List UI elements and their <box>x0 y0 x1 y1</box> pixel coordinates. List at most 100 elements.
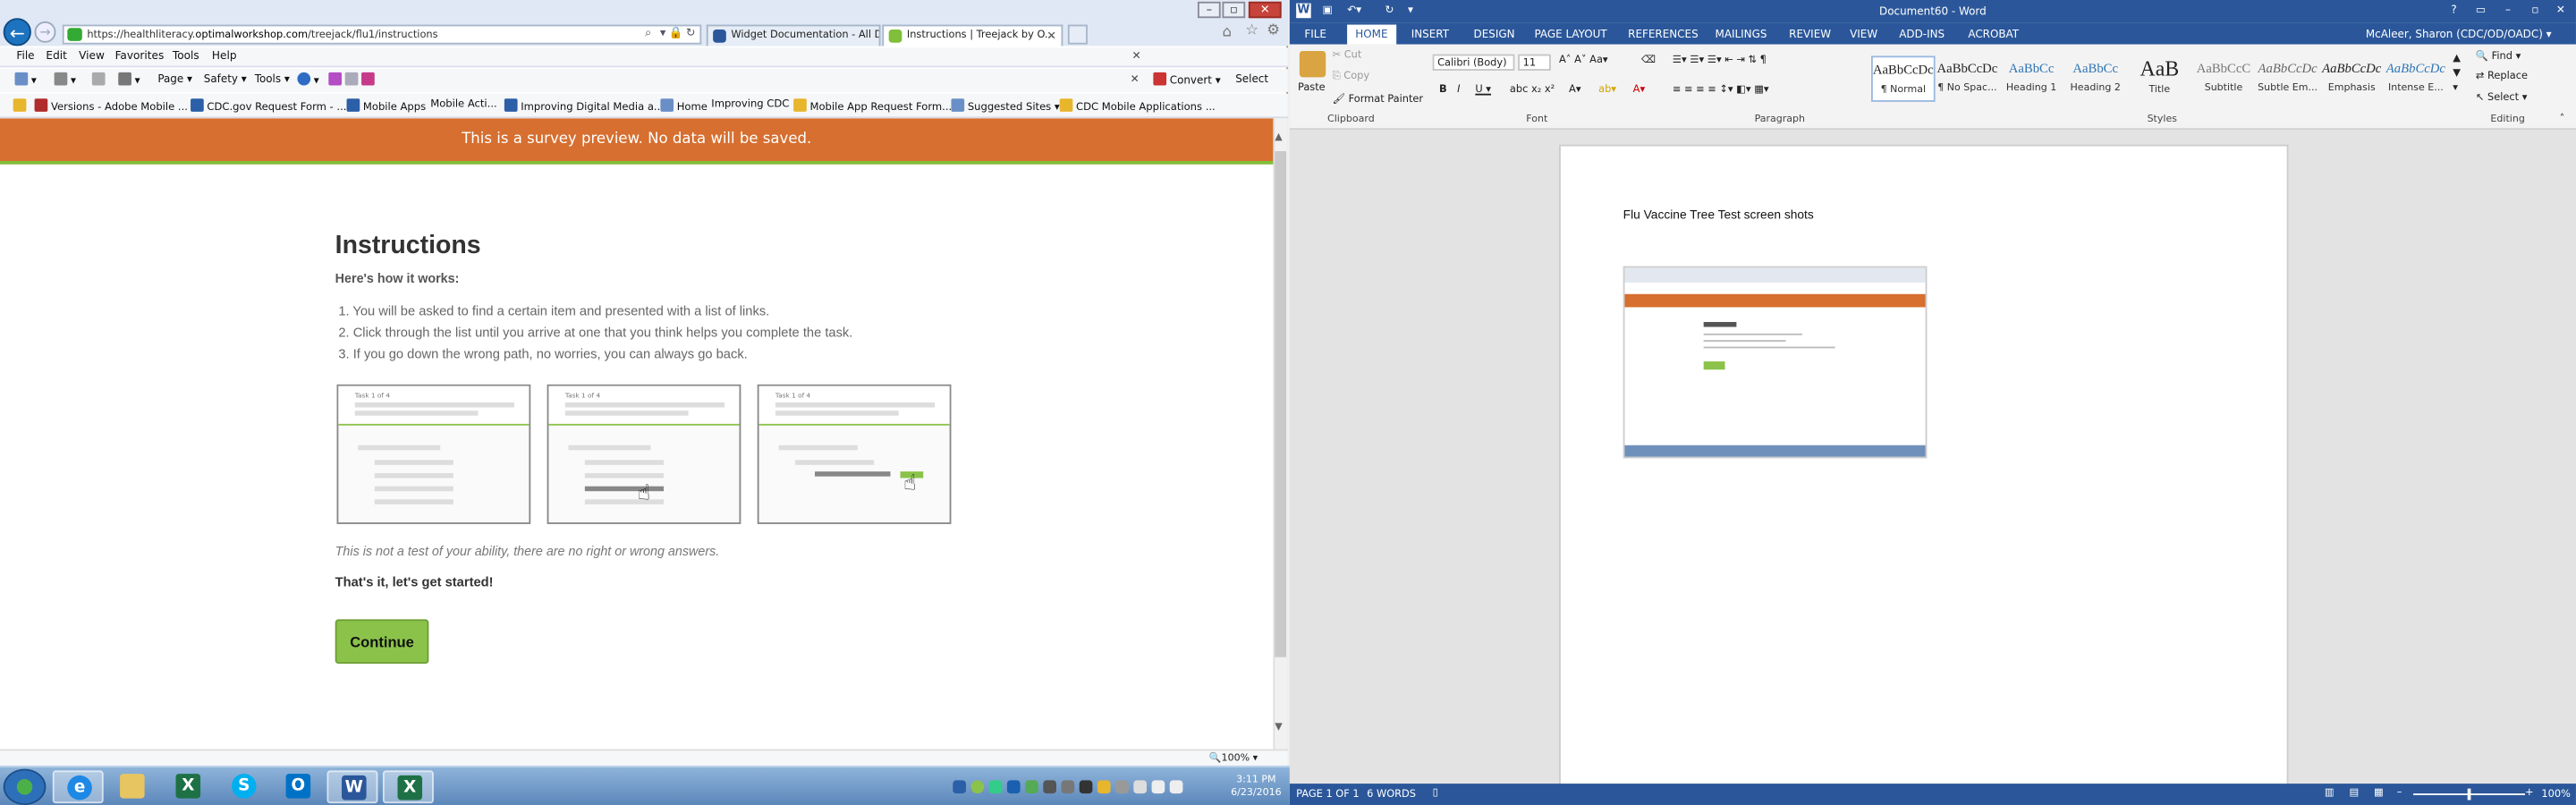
scrollbar-thumb[interactable] <box>1275 150 1287 657</box>
font-color-button[interactable]: A▾ <box>1633 84 1645 96</box>
tools-menu[interactable]: Tools ▾ <box>255 72 290 86</box>
collapse-ribbon-icon[interactable]: ˄ <box>2560 114 2565 125</box>
taskbar-outlook[interactable]: O <box>273 770 324 803</box>
tab-design[interactable]: DESIGN <box>1474 28 1515 41</box>
favorite-link[interactable]: Mobile App Request Form... <box>793 98 952 114</box>
word-maximize-button[interactable]: ▫ <box>2531 4 2538 17</box>
style-subtitle[interactable]: AaBbCcC Subtitle <box>2191 55 2256 101</box>
feeds-icon[interactable]: ▾ <box>54 72 76 87</box>
taskbar-word[interactable]: W <box>326 770 378 804</box>
tray-icon[interactable] <box>988 780 1003 794</box>
underline-button[interactable]: U ▾ <box>1475 84 1491 96</box>
ie-minimize-button[interactable]: – <box>1197 1 1221 19</box>
tab-page-layout[interactable]: PAGE LAYOUT <box>1534 28 1606 41</box>
gear-icon[interactable]: ⚙ <box>1267 23 1280 39</box>
taskbar-explorer[interactable] <box>106 770 157 803</box>
tray-icon[interactable] <box>1115 780 1129 794</box>
document-page[interactable]: Flu Vaccine Tree Test screen shots <box>1559 144 2289 802</box>
continue-button[interactable]: Continue <box>335 619 429 665</box>
user-name[interactable]: McAleer, Sharon (CDC/OD/OADC) ▾ <box>2366 28 2552 41</box>
zoom-slider-thumb[interactable] <box>2467 788 2471 801</box>
tab-close-icon[interactable]: ✕ <box>1046 26 1056 46</box>
tab-acrobat[interactable]: ACROBAT <box>1968 28 2019 41</box>
print-layout-icon[interactable]: ▤ <box>2349 787 2359 799</box>
paste-icon[interactable] <box>1299 50 1326 78</box>
ie-maximize-button[interactable]: ▫ <box>1222 1 1246 19</box>
font-size-select[interactable]: 11 <box>1518 54 1551 71</box>
help-icon[interactable]: ? <box>2451 4 2456 17</box>
style-no-spacing[interactable]: AaBbCcDc ¶ No Spac... <box>1936 55 2000 101</box>
replace-button[interactable]: ⇄ Replace <box>2476 71 2528 82</box>
start-button[interactable] <box>3 768 47 805</box>
style-heading-1[interactable]: AaBbCc Heading 1 <box>1999 55 2063 101</box>
bold-button[interactable]: B <box>1439 84 1447 96</box>
select-button[interactable]: ↖ Select ▾ <box>2476 92 2528 104</box>
menu-favorites[interactable]: Favorites <box>115 49 165 63</box>
tab-review[interactable]: REVIEW <box>1789 28 1831 41</box>
favorite-link[interactable]: Improving Digital Media a... <box>504 98 664 114</box>
favorite-link[interactable]: Versions - Adobe Mobile ... <box>34 98 188 114</box>
taskbar-skype[interactable]: S <box>218 770 269 803</box>
proofing-icon[interactable]: ▯ <box>1433 787 1438 799</box>
style-subtle-emphasis[interactable]: AaBbCcDc Subtle Em... <box>2256 55 2320 101</box>
lock-icon[interactable] <box>1097 780 1111 794</box>
refresh-icon[interactable]: ↻ <box>683 25 699 43</box>
menu-help[interactable]: Help <box>212 49 237 63</box>
volume-icon[interactable] <box>1169 780 1183 794</box>
taskbar-excel-2[interactable]: X <box>382 770 434 804</box>
back-button[interactable]: ← <box>3 18 31 47</box>
lock-icon[interactable]: 🔒 <box>669 25 684 43</box>
text-effects-button[interactable]: A▾ <box>1569 84 1580 96</box>
network-icon[interactable] <box>1151 780 1165 794</box>
select-button[interactable]: Select <box>1235 72 1268 86</box>
zoom-percent[interactable]: 100% <box>2541 789 2571 801</box>
taskbar-excel[interactable]: X <box>163 770 214 803</box>
clear-formatting-icon[interactable]: ⌫ <box>1641 55 1656 66</box>
menu-tools[interactable]: Tools <box>173 49 199 63</box>
format-painter-button[interactable]: 🖌 Format Painter <box>1333 92 1424 106</box>
word-minimize-button[interactable]: – <box>2505 4 2511 17</box>
menu-edit[interactable]: Edit <box>46 49 66 63</box>
tray-icon[interactable] <box>1061 780 1075 794</box>
favorite-link[interactable]: Home <box>660 98 708 114</box>
favorite-link[interactable]: Improving CDC <box>711 98 789 110</box>
power-icon[interactable] <box>1133 780 1148 794</box>
style-intense-emphasis[interactable]: AaBbCcDc Intense E... <box>2384 55 2448 101</box>
tray-icon[interactable] <box>953 780 966 794</box>
ribbon-options-icon[interactable]: ▭ <box>2476 4 2486 17</box>
address-bar[interactable]: https://healthliteracy.optimalworkshop.c… <box>62 24 702 45</box>
style-heading-2[interactable]: AaBbCc Heading 2 <box>2063 55 2128 101</box>
style-title[interactable]: AaB Title <box>2128 55 2192 101</box>
forward-button[interactable]: → <box>34 21 56 43</box>
embedded-screenshot-image[interactable] <box>1623 266 1928 459</box>
tab-add-ins[interactable]: ADD-INS <box>1899 28 1945 41</box>
tab-file[interactable]: FILE <box>1297 28 1334 41</box>
close-cmd-icon[interactable]: ✕ <box>1131 72 1140 86</box>
tray-icon[interactable] <box>1079 780 1093 794</box>
grow-font-icon[interactable]: A˄ A˅ Aa▾ <box>1559 55 1608 66</box>
word-count[interactable]: 6 WORDS <box>1367 789 1416 801</box>
highlight-button[interactable]: ab▾ <box>1598 84 1616 96</box>
tab-view[interactable]: VIEW <box>1850 28 1877 41</box>
copy-button[interactable]: ⎘ Copy <box>1333 71 1370 84</box>
font-name-select[interactable]: Calibri (Body) <box>1432 54 1515 71</box>
tab-widget-documentation[interactable]: Widget Documentation - All D... <box>706 24 881 47</box>
tab-home[interactable]: HOME <box>1347 24 1396 45</box>
zoom-in-icon[interactable]: + <box>2525 787 2534 799</box>
taskbar-ie[interactable]: e <box>52 770 104 804</box>
mail-icon[interactable] <box>91 72 108 88</box>
strikethrough-button[interactable]: abc x₂ x² <box>1510 84 1555 96</box>
web-layout-icon[interactable]: ▦ <box>2374 787 2384 799</box>
page-menu[interactable]: Page ▾ <box>157 72 192 86</box>
menu-view[interactable]: View <box>79 49 105 63</box>
menu-file[interactable]: File <box>16 49 34 63</box>
home-icon[interactable]: ⌂ <box>1223 25 1233 41</box>
cut-button[interactable]: ✂ Cut <box>1333 49 1362 61</box>
home-cmd-icon[interactable]: ▾ <box>14 72 37 87</box>
tab-insert[interactable]: INSERT <box>1411 28 1449 41</box>
tab-references[interactable]: REFERENCES <box>1628 28 1698 41</box>
paste-button[interactable]: Paste <box>1298 82 1326 94</box>
favorite-link[interactable]: CDC.gov Request Form - ... <box>191 98 346 114</box>
italic-button[interactable]: I <box>1457 84 1460 96</box>
tray-icon[interactable] <box>1025 780 1038 794</box>
